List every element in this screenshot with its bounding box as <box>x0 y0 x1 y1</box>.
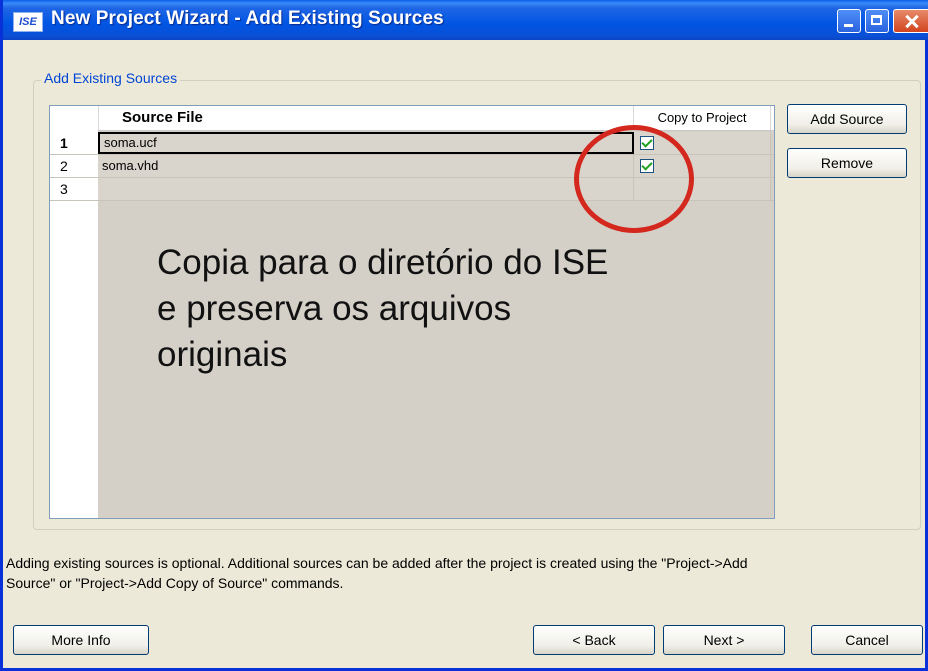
title-bar[interactable]: ISE New Project Wizard - Add Existing So… <box>3 0 928 40</box>
table-header: Source File Copy to Project <box>50 106 774 131</box>
annotation-circle <box>574 125 694 233</box>
more-info-button[interactable]: More Info <box>13 625 149 655</box>
info-text: Adding existing sources is optional. Add… <box>6 553 924 593</box>
wizard-window: ISE New Project Wizard - Add Existing So… <box>0 0 928 671</box>
close-button[interactable] <box>893 9 928 33</box>
source-file-header[interactable]: Source File <box>98 106 634 130</box>
maximize-button[interactable] <box>865 9 889 33</box>
row-number: 1 <box>50 132 98 154</box>
row-number: 2 <box>50 155 98 177</box>
annotation-line: Copia para o diretório do ISE <box>157 243 609 282</box>
group-label: Add Existing Sources <box>41 70 181 86</box>
info-line: Source" or "Project->Add Copy of Source"… <box>6 575 344 591</box>
annotation-line: originais <box>157 335 288 374</box>
minimize-button[interactable] <box>837 9 861 33</box>
cancel-button[interactable]: Cancel <box>811 625 923 655</box>
row-number: 3 <box>50 178 98 200</box>
source-file-cell[interactable] <box>98 178 634 200</box>
window-title: New Project Wizard - Add Existing Source… <box>51 8 444 29</box>
source-file-cell[interactable]: soma.ucf <box>98 132 634 154</box>
add-source-button[interactable]: Add Source <box>787 104 907 134</box>
copy-to-project-header[interactable]: Copy to Project <box>634 106 771 130</box>
ise-app-icon: ISE <box>13 12 43 32</box>
annotation-text: Copia para o diretório do ISE e preserva… <box>157 240 797 378</box>
row-number-header <box>50 106 99 130</box>
info-line: Adding existing sources is optional. Add… <box>6 555 748 571</box>
back-button[interactable]: < Back <box>533 625 655 655</box>
annotation-line: e preserva os arquivos <box>157 289 512 328</box>
source-file-cell[interactable]: soma.vhd <box>98 155 634 177</box>
next-button[interactable]: Next > <box>663 625 785 655</box>
remove-button[interactable]: Remove <box>787 148 907 178</box>
